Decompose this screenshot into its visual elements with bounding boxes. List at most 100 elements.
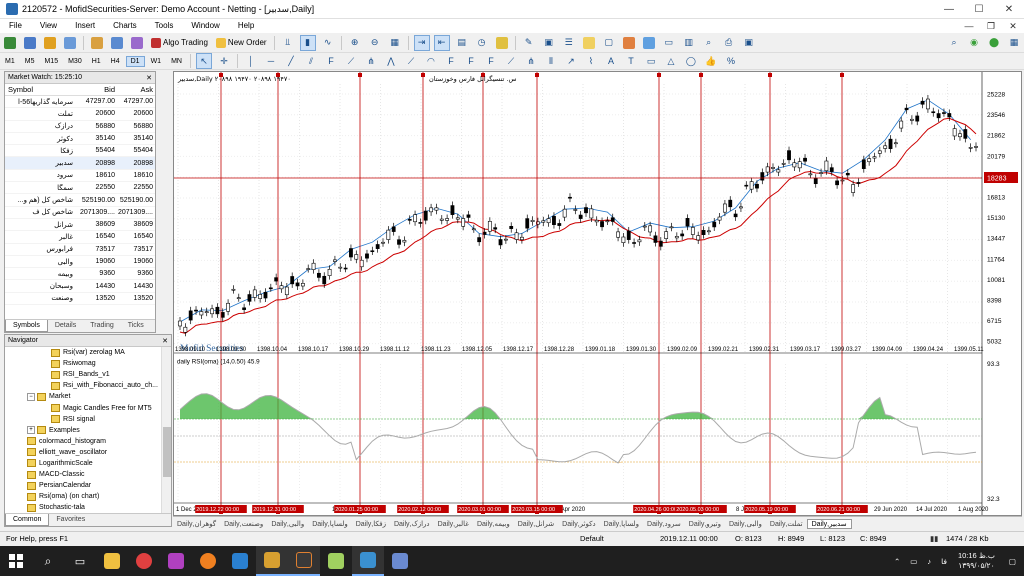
- vertical-line-icon[interactable]: │: [243, 53, 259, 69]
- economic-calendar-icon[interactable]: ▥: [681, 35, 697, 51]
- code-editor-icon[interactable]: [288, 546, 320, 576]
- color-icon[interactable]: [581, 35, 597, 51]
- column-bid[interactable]: Bid: [77, 85, 117, 94]
- marker-handle[interactable]: [358, 73, 362, 77]
- market-watch-row[interactable]: سرود 18610 18610: [5, 170, 155, 183]
- firefox-icon[interactable]: [192, 546, 224, 576]
- navigator-item[interactable]: RSI_Bands_v1: [5, 369, 171, 380]
- chart-tab[interactable]: شرانل,Daily: [514, 520, 558, 528]
- navigator-item[interactable]: MACD-Classic: [5, 469, 171, 480]
- marker-handle[interactable]: [535, 73, 539, 77]
- new-chart-icon[interactable]: [2, 35, 18, 51]
- menu-file[interactable]: File: [0, 19, 31, 33]
- tray-chevron-icon[interactable]: ⌃: [889, 557, 905, 566]
- navigator-item[interactable]: colormacd_histogram: [5, 436, 171, 447]
- market-watch-row[interactable]: شاخص کل ف 2071309.... 2071309....: [5, 207, 155, 219]
- fibo-fan-icon[interactable]: ⟋: [403, 53, 419, 69]
- marker-handle[interactable]: [699, 73, 703, 77]
- market-watch-row[interactable]: والبی 19060 19060: [5, 256, 155, 269]
- menu-insert[interactable]: Insert: [66, 19, 104, 33]
- navigator-item[interactable]: Rsi(oma) (on chart): [5, 491, 171, 502]
- navigator-item[interactable]: RSI signal: [5, 414, 171, 425]
- bar-chart-icon[interactable]: ⫫: [280, 35, 296, 51]
- print-icon[interactable]: ⎙: [721, 35, 737, 51]
- chart-shift-icon[interactable]: ⇤: [433, 34, 450, 51]
- vscode-icon[interactable]: [224, 546, 256, 576]
- autoscroll-icon[interactable]: ⇥: [413, 34, 430, 51]
- navigator-item[interactable]: Rsiwomag: [5, 358, 171, 369]
- notepad-icon[interactable]: [320, 546, 352, 576]
- chart-tab[interactable]: والبی,Daily: [725, 520, 766, 528]
- cycle-lines-icon[interactable]: ⦀: [543, 53, 559, 69]
- signals-icon[interactable]: [621, 35, 637, 51]
- close-icon[interactable]: ✕: [146, 74, 152, 82]
- chart-tab[interactable]: زفکا,Daily: [352, 520, 390, 528]
- navigator-item[interactable]: elliott_wave_oscillator: [5, 447, 171, 458]
- navigator-item[interactable]: Rsi(var) zerolag MA: [5, 347, 171, 358]
- maximize-button[interactable]: ☐: [964, 0, 994, 19]
- trendline-icon[interactable]: ╱: [283, 53, 299, 69]
- navigator-item[interactable]: Magic Candles Free for MT5: [5, 402, 171, 413]
- help-icon[interactable]: ▦: [1006, 35, 1022, 51]
- new-order-button[interactable]: New Order: [214, 35, 269, 51]
- market-watch-row[interactable]: غالبر 16540 16540: [5, 231, 155, 244]
- menu-charts[interactable]: Charts: [104, 19, 146, 33]
- andrews-pitchfork-icon[interactable]: ⋔: [363, 53, 379, 69]
- chart-tab[interactable]: درازک,Daily: [390, 520, 434, 528]
- chart-tab[interactable]: گوهران,Daily: [173, 520, 220, 528]
- market-watch-row[interactable]: سرمایه گذاریها56-ا 47297.00 47297.00: [5, 96, 155, 109]
- chart-tab[interactable]: وتیرو,Daily: [685, 520, 725, 528]
- navigator-item[interactable]: Rsi_with_Fibonacci_auto_ch...: [5, 380, 171, 391]
- navigator-item[interactable]: + Examples: [5, 425, 171, 436]
- strategy-tester-icon[interactable]: [89, 35, 105, 51]
- fibo-arcs-icon[interactable]: ◠: [423, 53, 439, 69]
- triangle-icon[interactable]: △: [663, 53, 679, 69]
- market-watch-row[interactable]: شاخص کل (هم و... 525190.00 525190.00: [5, 194, 155, 207]
- market-watch-row[interactable]: وصنعت 13520 13520: [5, 293, 155, 306]
- network-icon[interactable]: ▭: [905, 557, 922, 566]
- pitchfork-icon[interactable]: ⋔: [523, 53, 539, 69]
- elliott-icon[interactable]: ⋀: [383, 53, 399, 69]
- chart-tab[interactable]: والبی,Daily: [267, 520, 308, 528]
- photos-icon[interactable]: [384, 546, 416, 576]
- gann-icon[interactable]: ⟋: [343, 53, 359, 69]
- menu-view[interactable]: View: [31, 19, 66, 33]
- thumbs-up-icon[interactable]: 👍: [703, 53, 719, 69]
- objects-icon[interactable]: ▣: [541, 35, 557, 51]
- market-watch-row[interactable]: سدبیر 20898 20898: [5, 157, 155, 170]
- chart-tab[interactable]: وبیمه,Daily: [473, 520, 514, 528]
- volume-icon[interactable]: ♪: [922, 557, 936, 566]
- menu-tools[interactable]: Tools: [146, 19, 183, 33]
- horizontal-line-icon[interactable]: ─: [263, 53, 279, 69]
- market-watch-row[interactable]: سمگا 22550 22550: [5, 182, 155, 195]
- tab-details[interactable]: Details: [48, 320, 83, 332]
- news-icon[interactable]: ▭: [661, 35, 677, 51]
- search-icon[interactable]: ⌕: [946, 35, 962, 51]
- terminal-icon[interactable]: [109, 35, 125, 51]
- crosshair-toolbar-icon[interactable]: ☰: [561, 35, 577, 51]
- chart-tab[interactable]: دکوثر,Daily: [558, 520, 599, 528]
- child-restore-button[interactable]: ❐: [980, 21, 1002, 32]
- task-view-icon[interactable]: ▭: [64, 546, 96, 576]
- fibo-time-icon[interactable]: F: [443, 53, 459, 69]
- market-watch-row[interactable]: تملت 20600 20600: [5, 108, 155, 121]
- tile-windows-icon[interactable]: ▦: [387, 35, 403, 51]
- navigator-item[interactable]: − Market: [5, 391, 171, 402]
- market-watch-row[interactable]: وسبحان 14430 14430: [5, 280, 155, 293]
- market-watch-row[interactable]: زفکا 55404 55404: [5, 145, 155, 158]
- metatrader-icon[interactable]: [352, 546, 384, 576]
- metaeditor-icon[interactable]: [256, 546, 288, 576]
- print-preview-icon[interactable]: ▣: [741, 35, 757, 51]
- tab-favorites[interactable]: Favorites: [49, 514, 92, 526]
- timeframe-m30[interactable]: M30: [64, 57, 86, 66]
- phpstorm-icon[interactable]: [160, 546, 192, 576]
- chart-tab[interactable]: وصنعت,Daily: [220, 520, 267, 528]
- price-chart[interactable]: 18283 25228 23546 21862 20179 16813 15130 13447…: [174, 72, 1021, 515]
- templates-icon[interactable]: [494, 35, 510, 51]
- chrome-icon[interactable]: [128, 546, 160, 576]
- navigator-item[interactable]: Stochastic-tala: [5, 502, 171, 513]
- percent-icon[interactable]: %: [723, 53, 739, 69]
- tab-symbols[interactable]: Symbols: [5, 320, 48, 332]
- timeframe-d1[interactable]: D1: [125, 55, 145, 67]
- channel-icon[interactable]: ⫽: [303, 53, 319, 69]
